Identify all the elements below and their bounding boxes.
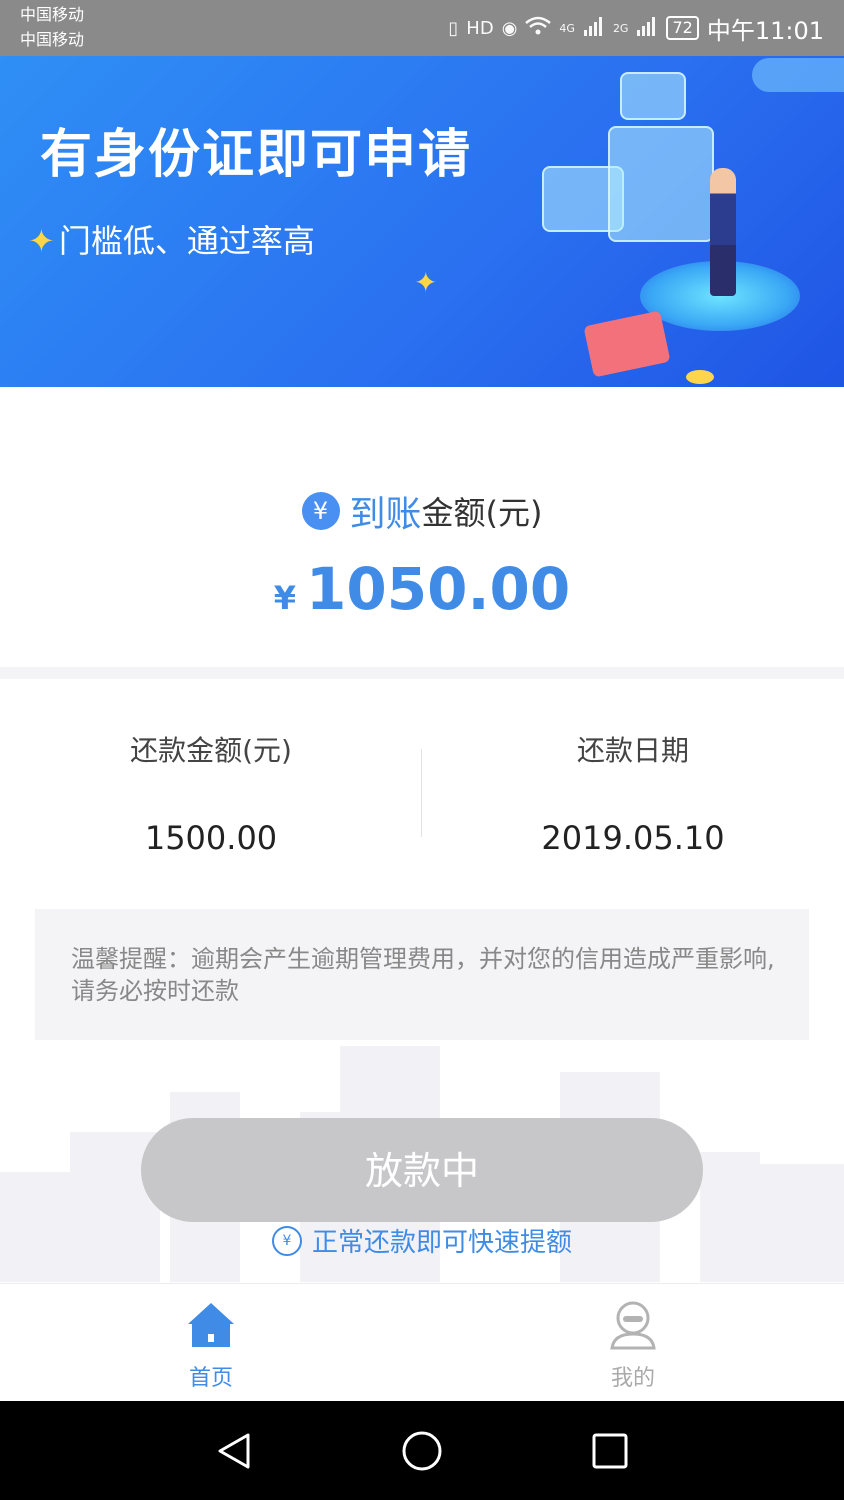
banner-subtitle: 门槛低、通过率高	[58, 222, 315, 260]
person-illustration	[710, 168, 736, 296]
vibrate-icon: ▯	[448, 17, 459, 39]
reminder-text: 温馨提醒：逾期会产生逾期管理费用，并对您的信用造成严重影响,请务必按时还款	[71, 945, 775, 1005]
home-icon	[188, 1303, 234, 1347]
battery-indicator: 72	[666, 16, 699, 40]
system-nav-bar	[0, 1401, 844, 1500]
currency-symbol: ¥	[273, 579, 297, 617]
repayment-date-value: 2019.05.10	[541, 819, 725, 857]
recents-square-icon[interactable]	[588, 1429, 632, 1473]
money-illustration	[583, 310, 671, 378]
received-label-highlight: 到账	[349, 494, 422, 535]
received-amount-section: ¥ 到账金额(元) ¥1050.00	[0, 387, 844, 667]
status-bar: 中国移动 中国移动 ▯ HD ◉ 4G 2G 72 中午11:01	[0, 0, 844, 56]
signal-icon	[636, 16, 658, 41]
tab-home[interactable]: 首页	[0, 1284, 422, 1402]
wifi-icon	[525, 16, 552, 41]
carrier-label-2: 中国移动	[20, 30, 85, 49]
repayment-date-label: 还款日期	[576, 734, 689, 767]
tab-home-label: 首页	[188, 1366, 233, 1391]
reminder-notice: 温馨提醒：逾期会产生逾期管理费用，并对您的信用造成严重影响,请务必按时还款	[35, 909, 809, 1040]
bottom-tab-bar: 首页 我的	[0, 1283, 844, 1402]
received-amount-number: 1050.00	[306, 555, 571, 623]
tab-profile-label: 我的	[610, 1366, 655, 1391]
network-type-2: 2G	[612, 21, 629, 35]
received-amount-value: ¥1050.00	[0, 555, 844, 623]
chart-panel-decoration	[608, 126, 714, 242]
yen-circle-icon: ¥	[301, 492, 340, 530]
chart-panel-decoration	[620, 72, 686, 120]
back-triangle-icon[interactable]	[212, 1429, 256, 1473]
profile-icon	[610, 1301, 656, 1350]
hd-badge: HD	[466, 17, 494, 39]
sparkle-icon: ✦	[414, 266, 438, 299]
repayment-info: 还款金额(元) 1500.00 还款日期 2019.05.10	[0, 679, 844, 879]
repayment-amount-label: 还款金额(元)	[130, 734, 292, 767]
status-time: 中午11:01	[706, 16, 824, 45]
received-amount-label: ¥ 到账金额(元)	[0, 485, 844, 537]
loan-status-button[interactable]: 放款中	[141, 1118, 703, 1222]
coin-illustration	[686, 370, 714, 384]
yen-up-icon: ¥	[271, 1225, 302, 1256]
banner-title: 有身份证即可申请	[40, 125, 473, 185]
received-label-rest: 金额(元)	[421, 494, 543, 532]
cloud-decoration	[752, 58, 844, 92]
network-type-1: 4G	[559, 21, 575, 35]
promo-text: 正常还款即可快速提额	[311, 1228, 572, 1258]
building-decoration	[700, 1152, 760, 1282]
promo-banner[interactable]: 有身份证即可申请 ✦ 门槛低、通过率高 ✦	[0, 56, 844, 387]
signal-icon	[583, 16, 605, 41]
banner-subtitle-row: ✦ 门槛低、通过率高	[28, 216, 315, 262]
eye-icon: ◉	[501, 17, 518, 39]
section-divider	[0, 667, 844, 679]
repayment-amount-value: 1500.00	[144, 819, 278, 857]
sparkle-icon: ✦	[28, 222, 55, 260]
home-circle-icon[interactable]	[400, 1429, 444, 1473]
credit-boost-promo[interactable]: ¥ 正常还款即可快速提额	[0, 1222, 844, 1259]
tab-profile[interactable]: 我的	[422, 1284, 844, 1402]
status-icons: ▯ HD ◉ 4G 2G 72 中午11:01	[448, 12, 824, 45]
carrier-label-1: 中国移动	[20, 5, 85, 24]
